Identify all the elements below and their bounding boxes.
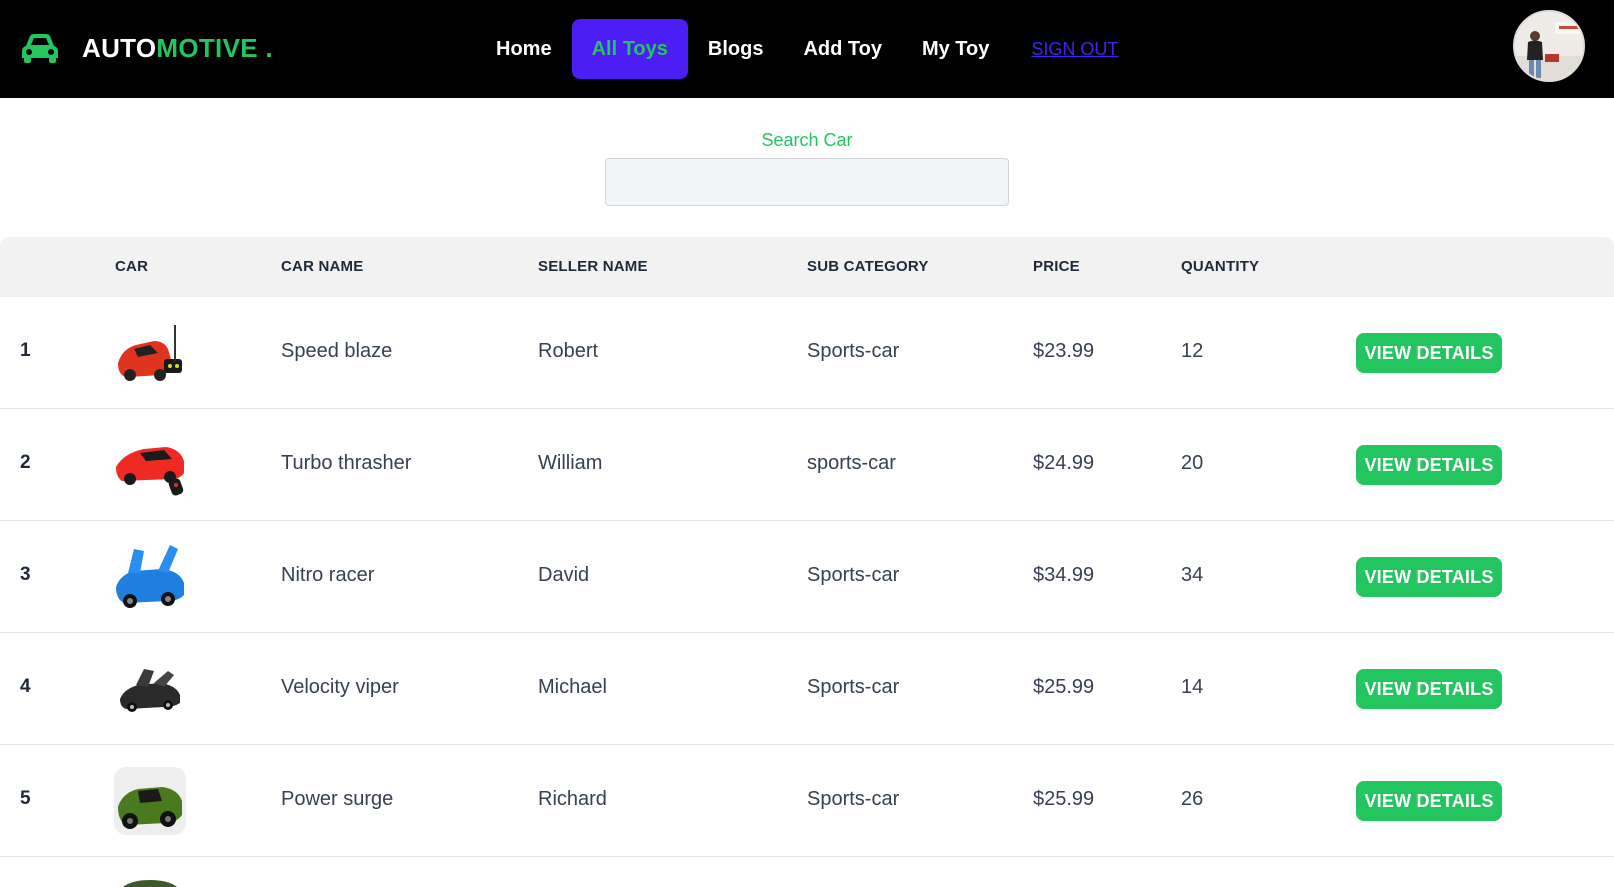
car-name: Velocity viper	[281, 676, 399, 698]
car-front-icon	[20, 32, 60, 64]
car-name: Power surge	[281, 788, 394, 810]
price: $34.99	[1033, 564, 1095, 586]
seller-name: Richard	[538, 788, 607, 810]
view-details-button[interactable]: VIEW DETAILS	[1356, 333, 1502, 373]
sub-category: Sports-car	[807, 564, 900, 586]
quantity: 34	[1181, 564, 1204, 586]
header-car-name: CAR NAME	[281, 258, 364, 275]
header-quantity: QUANTITY	[1181, 258, 1260, 275]
car-thumbnail	[114, 431, 186, 499]
row-index: 4	[20, 676, 31, 697]
price: $25.99	[1033, 676, 1095, 698]
row-index: 3	[20, 564, 31, 585]
seller-name: David	[538, 564, 590, 586]
user-avatar[interactable]	[1513, 10, 1585, 82]
sub-category: sports-car	[807, 452, 896, 474]
seller-name: Michael	[538, 676, 607, 698]
header-sub-category: SUB CATEGORY	[807, 258, 929, 275]
row-index: 1	[20, 340, 31, 361]
header-car: CAR	[115, 258, 149, 275]
top-navbar: AUTOMOTIVE . Home All Toys Blogs Add Toy…	[0, 0, 1614, 98]
price: $24.99	[1033, 452, 1095, 474]
nav-my-toy[interactable]: My Toy	[902, 19, 1009, 79]
header-seller-name: SELLER NAME	[538, 258, 648, 275]
search-input[interactable]	[605, 158, 1009, 206]
seller-name: Robert	[538, 340, 599, 362]
view-details-button[interactable]: VIEW DETAILS	[1356, 669, 1502, 709]
user-avatar-photo-icon	[1515, 12, 1583, 80]
view-details-button[interactable]: VIEW DETAILS	[1356, 781, 1502, 821]
search-label: Search Car	[761, 130, 853, 150]
sub-category: Sports-car	[807, 676, 900, 698]
view-details-button[interactable]: VIEW DETAILS	[1356, 445, 1502, 485]
row-index: 5	[20, 788, 31, 809]
sub-category: Sports-car	[807, 788, 900, 810]
nav-add-toy[interactable]: Add Toy	[783, 19, 902, 79]
nav-blogs[interactable]: Blogs	[688, 19, 784, 79]
car-thumbnail	[114, 655, 186, 723]
table-row: 3 Nitro racer David Sports-car $34.99 34…	[0, 521, 1614, 633]
car-thumbnail	[114, 767, 186, 835]
nav-all-toys[interactable]: All Toys	[571, 19, 688, 79]
quantity: 14	[1181, 676, 1204, 698]
table-row: 5 Power surge Richard Sports-car $25.99 …	[0, 745, 1614, 857]
main-nav: Home All Toys Blogs Add Toy My Toy SIGN …	[476, 19, 1138, 79]
table-row: 2 Turbo thrasher William sports-car $24.…	[0, 409, 1614, 521]
car-thumbnail	[114, 543, 186, 611]
car-name: Turbo thrasher	[281, 452, 412, 474]
table-row: 1 Speed blaze Robert Sports-car $23.99 1…	[0, 297, 1614, 409]
quantity: 26	[1181, 788, 1204, 810]
brand-name: AUTOMOTIVE .	[82, 32, 273, 63]
brand-logo[interactable]: AUTOMOTIVE .	[20, 30, 273, 66]
quantity: 20	[1181, 452, 1204, 474]
quantity: 12	[1181, 340, 1204, 362]
car-name: Speed blaze	[281, 340, 393, 362]
sub-category: Sports-car	[807, 340, 900, 362]
car-thumbnail-partial	[114, 877, 186, 887]
car-name: Nitro racer	[281, 564, 375, 586]
price: $25.99	[1033, 788, 1095, 810]
table-row: 4 Velocity viper Michael Sports-car $25.…	[0, 633, 1614, 745]
nav-home[interactable]: Home	[476, 19, 572, 79]
header-price: PRICE	[1033, 258, 1080, 275]
view-details-button[interactable]: VIEW DETAILS	[1356, 557, 1502, 597]
seller-name: William	[538, 452, 603, 474]
sign-out-link[interactable]: SIGN OUT	[1009, 19, 1138, 79]
table-header: CAR CAR NAME SELLER NAME SUB CATEGORY PR…	[0, 237, 1614, 297]
car-thumbnail	[114, 319, 186, 387]
row-index: 2	[20, 452, 31, 473]
price: $23.99	[1033, 340, 1095, 362]
